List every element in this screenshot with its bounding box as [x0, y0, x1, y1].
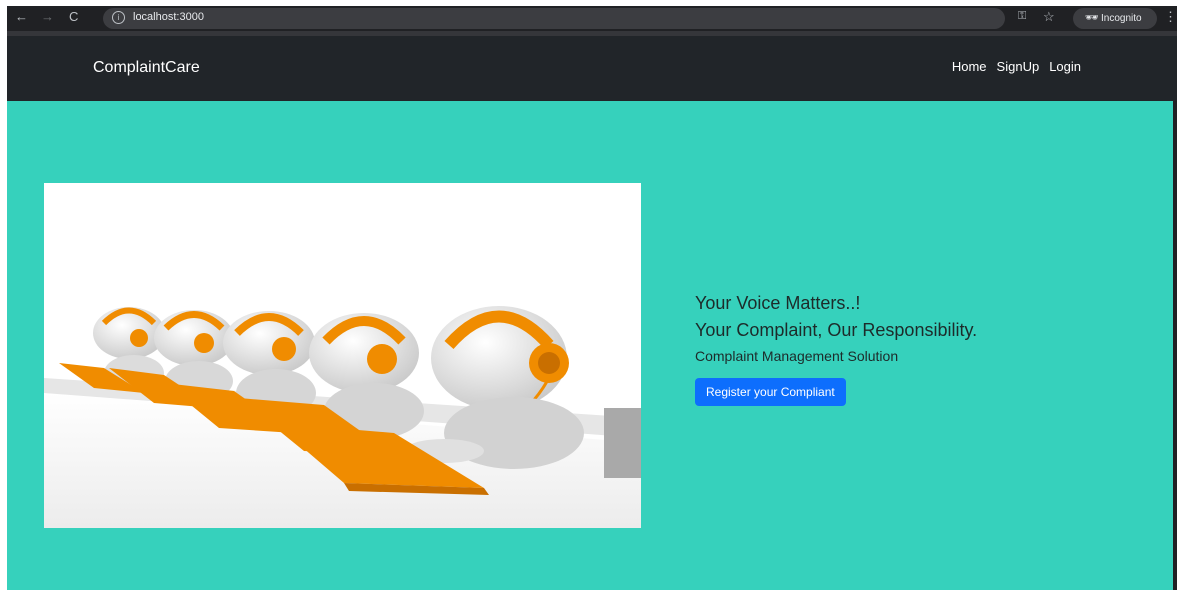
- key-icon[interactable]: ⚿: [1018, 10, 1026, 23]
- nav-link-signup[interactable]: SignUp: [997, 59, 1040, 74]
- back-icon[interactable]: ←: [15, 9, 28, 24]
- hero-heading: Your Complaint, Our Responsibility.: [695, 320, 978, 340]
- call-center-image: [44, 183, 641, 528]
- nav-link-home[interactable]: Home: [952, 59, 987, 74]
- menu-icon[interactable]: ⋮: [1164, 9, 1177, 25]
- navbar: ComplaintCare Home SignUp Login: [7, 36, 1177, 101]
- hero-tagline: Your Voice Matters..!: [695, 293, 861, 313]
- nav-links: Home SignUp Login: [952, 59, 1081, 74]
- register-complaint-button[interactable]: Register your Compliant: [695, 378, 846, 406]
- window-edge: [1173, 101, 1177, 590]
- incognito-badge[interactable]: 🕶 Incognito: [1073, 8, 1157, 29]
- brand-logo[interactable]: ComplaintCare: [93, 59, 200, 77]
- info-icon[interactable]: i: [112, 11, 125, 24]
- nav-link-login[interactable]: Login: [1049, 59, 1081, 74]
- hero-section: Your Voice Matters..! Your Complaint, Ou…: [7, 101, 1173, 590]
- star-icon[interactable]: ☆: [1043, 9, 1055, 25]
- hero-text: Your Voice Matters..! Your Complaint, Ou…: [695, 293, 977, 406]
- incognito-label: Incognito: [1101, 13, 1142, 24]
- url-text[interactable]: localhost:3000: [133, 11, 204, 23]
- hero-subheading: Complaint Management Solution: [695, 348, 899, 364]
- incognito-icon: 🕶: [1085, 12, 1099, 24]
- browser-toolbar: ← → C i localhost:3000 ⚿ ☆ 🕶 Incognito ⋮: [7, 6, 1177, 31]
- address-bar[interactable]: i localhost:3000: [103, 8, 1005, 29]
- forward-icon[interactable]: →: [41, 9, 54, 24]
- call-center-illustration: [44, 183, 641, 528]
- reload-icon[interactable]: C: [69, 9, 78, 24]
